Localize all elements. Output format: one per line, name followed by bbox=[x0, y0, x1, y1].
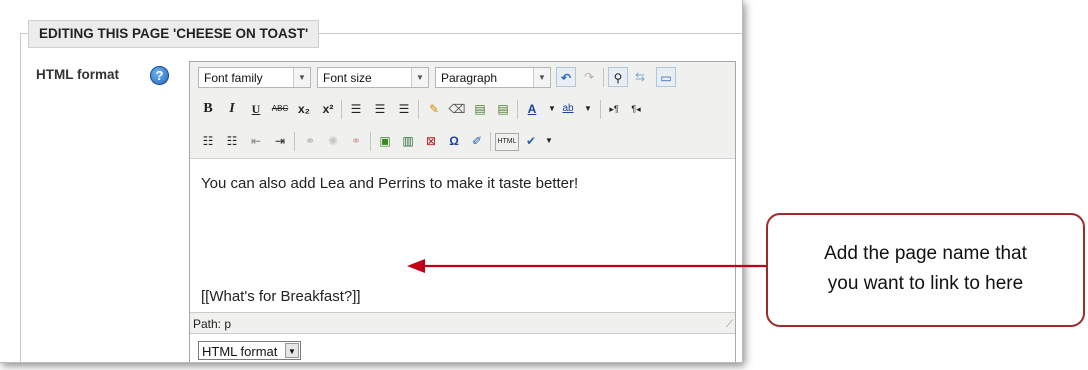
underline-icon[interactable]: U bbox=[246, 99, 266, 119]
link-icon[interactable]: ⚭ bbox=[300, 131, 320, 151]
cleanup-icon[interactable]: ✎ bbox=[424, 99, 444, 119]
help-icon[interactable]: ? bbox=[150, 66, 169, 85]
html-source-icon[interactable]: HTML bbox=[495, 133, 519, 151]
numbered-list-icon[interactable]: ☷ bbox=[222, 131, 242, 151]
path-statusbar: Path: p bbox=[190, 312, 735, 334]
search-icon[interactable]: ⚲ bbox=[608, 67, 628, 87]
toolbar-separator bbox=[370, 132, 371, 151]
html-format-label: HTML format bbox=[36, 67, 119, 82]
paste-text-icon[interactable]: ▤ bbox=[470, 99, 490, 119]
chevron-down-icon: ▼ bbox=[285, 343, 299, 358]
subscript-icon[interactable]: x₂ bbox=[294, 99, 314, 119]
ltr-icon[interactable]: ▸¶ bbox=[604, 99, 624, 119]
callout-line-2: you want to link to here bbox=[827, 273, 1024, 294]
toolbar-separator bbox=[341, 100, 342, 119]
bold-icon[interactable]: B bbox=[198, 99, 218, 119]
paragraph-select[interactable]: Paragraph ▼ bbox=[435, 67, 551, 88]
format-select-label: HTML format bbox=[202, 344, 278, 359]
editor-screenshot: EDITING THIS PAGE 'CHEESE ON TOAST' HTML… bbox=[0, 0, 743, 363]
toolbar-row-3: ☷ ☷ ⇤ ⇥ ⚭ ✺ ⚭ ▣ ▥ ⊠ Ω ✐ HTML ✔ ▼ bbox=[190, 126, 735, 159]
font-size-label: Font size bbox=[323, 71, 372, 85]
chevron-down-icon: ▼ bbox=[533, 68, 550, 87]
chevron-down-icon: ▼ bbox=[411, 68, 428, 87]
nolink-icon[interactable]: ⚭ bbox=[346, 131, 366, 151]
callout-arrow-icon bbox=[407, 259, 767, 273]
bullet-list-icon[interactable]: ☷ bbox=[198, 131, 218, 151]
content-line-2: [[What's for Breakfast?]] bbox=[201, 288, 361, 305]
toolbar-separator bbox=[603, 68, 604, 87]
toolbar-separator bbox=[490, 132, 491, 151]
spellcheck-icon[interactable]: ✔ bbox=[521, 131, 541, 151]
unlink-icon[interactable]: ✺ bbox=[323, 131, 343, 151]
toolbar-row-2: B I U ABC x₂ x² ☰ ☰ ☰ ✎ ⌫ ▤ ▤ A ▼ ab ▼ ▸… bbox=[190, 94, 735, 127]
paragraph-label: Paragraph bbox=[441, 71, 498, 85]
superscript-icon[interactable]: x² bbox=[318, 99, 338, 119]
rtl-icon[interactable]: ¶◂ bbox=[626, 99, 646, 119]
outdent-icon[interactable]: ⇤ bbox=[246, 131, 266, 151]
resize-grip-icon[interactable]: ⟋ bbox=[726, 319, 733, 330]
toolbar-separator bbox=[517, 100, 518, 119]
special-char-icon[interactable]: Ω bbox=[444, 131, 464, 151]
eraser-icon[interactable]: ⌫ bbox=[447, 99, 467, 119]
font-family-select[interactable]: Font family ▼ bbox=[198, 67, 311, 88]
font-size-select[interactable]: Font size ▼ bbox=[317, 67, 429, 88]
paste-word-icon[interactable]: ▤ bbox=[493, 99, 513, 119]
toolbar-row-1: Font family ▼ Font size ▼ Paragraph ▼ ↶ … bbox=[190, 62, 735, 95]
content-line-1: You can also add Lea and Perrins to make… bbox=[201, 175, 579, 192]
chevron-down-icon[interactable]: ▼ bbox=[578, 99, 598, 119]
media-icon[interactable]: ▥ bbox=[398, 131, 418, 151]
undo-icon[interactable]: ↶ bbox=[556, 67, 576, 87]
format-select[interactable]: HTML format ▼ bbox=[198, 341, 301, 360]
annotation-callout: Add the page name that you want to link … bbox=[766, 213, 1085, 327]
chevron-down-icon: ▼ bbox=[293, 68, 310, 87]
toolbar-separator bbox=[294, 132, 295, 151]
replace-icon[interactable]: ⇆ bbox=[630, 67, 650, 87]
toolbar-separator bbox=[418, 100, 419, 119]
fullscreen-icon[interactable]: ▭ bbox=[656, 67, 676, 87]
edit-icon[interactable]: ✐ bbox=[467, 131, 487, 151]
image-icon[interactable]: ▣ bbox=[375, 131, 395, 151]
italic-icon[interactable]: I bbox=[222, 99, 242, 119]
indent-icon[interactable]: ⇥ bbox=[270, 131, 290, 151]
highlight-color-icon[interactable]: ab bbox=[558, 99, 578, 119]
font-family-label: Font family bbox=[204, 71, 263, 85]
page-legend: EDITING THIS PAGE 'CHEESE ON TOAST' bbox=[28, 20, 320, 48]
align-right-icon[interactable]: ☰ bbox=[394, 99, 414, 119]
chevron-down-icon[interactable]: ▼ bbox=[539, 131, 559, 151]
redo-icon[interactable]: ↷ bbox=[579, 67, 599, 87]
align-left-icon[interactable]: ☰ bbox=[346, 99, 366, 119]
strikethrough-icon[interactable]: ABC bbox=[270, 99, 290, 119]
html-editor: Font family ▼ Font size ▼ Paragraph ▼ ↶ … bbox=[189, 61, 736, 362]
toolbar-separator bbox=[600, 100, 601, 119]
text-color-icon[interactable]: A bbox=[522, 99, 542, 119]
callout-line-1: Add the page name that bbox=[824, 243, 1027, 264]
align-center-icon[interactable]: ☰ bbox=[370, 99, 390, 119]
table-icon[interactable]: ⊠ bbox=[421, 131, 441, 151]
